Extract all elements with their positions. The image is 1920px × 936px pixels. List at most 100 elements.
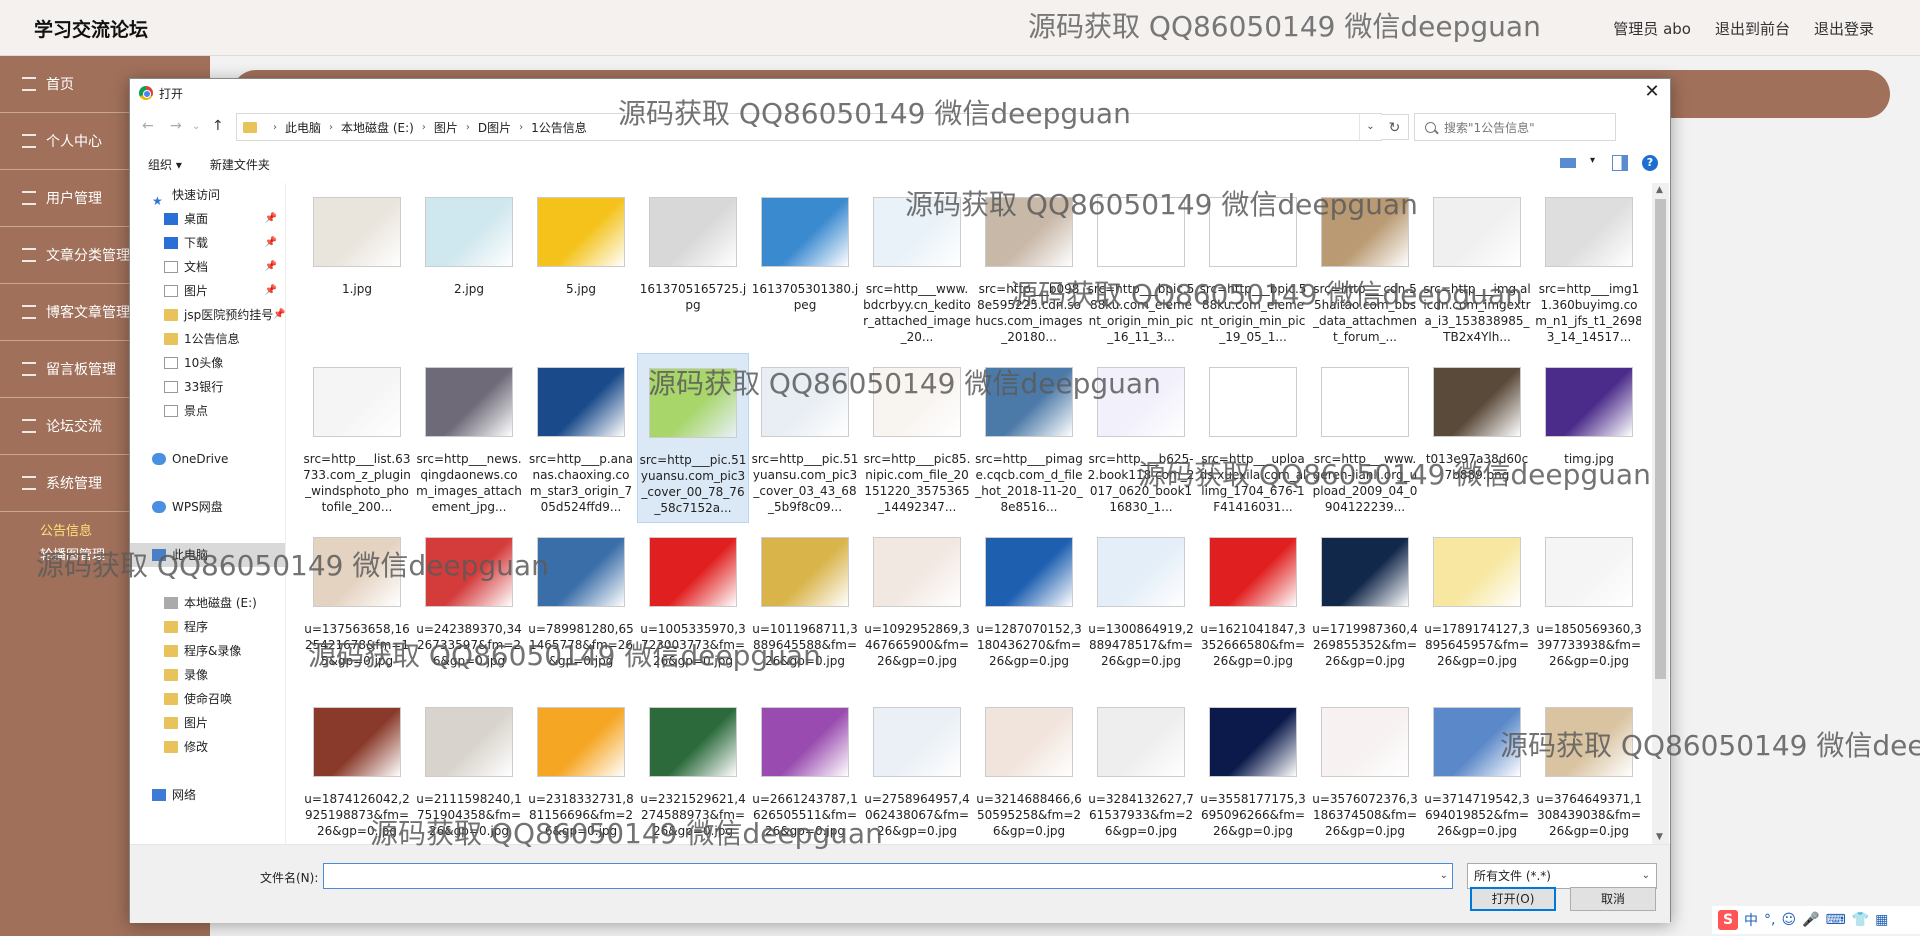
forward-arrow-icon[interactable]: → (170, 118, 182, 134)
file-item[interactable]: u=2661243787,1626505511&fm=26&gp=0.jpg (749, 693, 861, 844)
file-item[interactable]: 2.jpg (413, 183, 525, 353)
nav-item[interactable]: 程序 (130, 615, 285, 639)
file-item[interactable]: src=http___pic.51yuansu.com_pic3_cover_0… (749, 353, 861, 523)
filetype-select[interactable]: 所有文件 (*.*) ⌄ (1467, 863, 1657, 889)
preview-pane-icon[interactable] (1612, 155, 1628, 171)
nav-item[interactable]: 桌面 📌 (130, 207, 285, 231)
file-item[interactable]: u=1850569360,3397733938&fm=26&gp=0.jpg (1533, 523, 1641, 693)
nav-item[interactable]: 10头像 (130, 351, 285, 375)
file-item[interactable]: src=http___bpic.588ku.com_element_origin… (1085, 183, 1197, 353)
view-options-icon[interactable] (1560, 155, 1576, 171)
file-item[interactable]: src=http___www.bdcrbyy.cn_keditor_attach… (861, 183, 973, 353)
filetype-dropdown-icon[interactable]: ⌄ (1642, 864, 1650, 888)
scrollbar-thumb[interactable] (1655, 199, 1666, 679)
file-item[interactable]: src=http___www.geren-jianli.org_upload_2… (1309, 353, 1421, 523)
nav-item[interactable]: jsp医院预约挂号 📌 (130, 303, 285, 327)
organize-button[interactable]: 组织 ▾ (148, 156, 182, 173)
file-item[interactable]: src=http___pimage.cqcb.com_d_file_hot_20… (973, 353, 1085, 523)
ime-button[interactable]: S (1718, 910, 1738, 930)
file-item[interactable]: src=http___news.qingdaonews.com_images_a… (413, 353, 525, 523)
file-item[interactable]: src=http___bpic.588ku.com_element_origin… (1197, 183, 1309, 353)
file-item[interactable]: u=1092952869,3467665900&fm=26&gp=0.jpg (861, 523, 973, 693)
file-item[interactable]: u=242389370,3426733597&fm=26&gp=0.jpg (413, 523, 525, 693)
breadcrumb-item[interactable]: 图片 (434, 119, 458, 136)
breadcrumb-separator-icon[interactable]: › (273, 122, 277, 133)
nav-item[interactable]: OneDrive (130, 447, 285, 471)
file-item[interactable]: u=1300864919,2889478517&fm=26&gp=0.jpg (1085, 523, 1197, 693)
nav-item[interactable]: 本地磁盘 (E:) (130, 591, 285, 615)
history-chevron-icon[interactable]: ⌄ (192, 121, 200, 132)
search-input[interactable]: 搜索"1公告信息" (1414, 113, 1616, 141)
file-item[interactable]: 5.jpg (525, 183, 637, 353)
logout-link[interactable]: 退出登录 (1814, 18, 1874, 39)
file-item[interactable]: src=http___b0988e595225.cdn.sohucs.com_i… (973, 183, 1085, 353)
file-item[interactable]: src=http___cdn.55haitao.com_bbs_data_att… (1309, 183, 1421, 353)
scroll-down-icon[interactable]: ▼ (1656, 832, 1663, 842)
file-item[interactable]: u=3284132627,761537933&fm=26&gp=0.jpg (1085, 693, 1197, 844)
file-item[interactable]: u=1011968711,3889645588&fm=26&gp=0.jpg (749, 523, 861, 693)
file-item[interactable]: u=1621041847,3352666580&fm=26&gp=0.jpg (1197, 523, 1309, 693)
cancel-button[interactable]: 取消 (1570, 887, 1656, 911)
nav-item[interactable]: WPS网盘 (130, 495, 285, 519)
file-item[interactable]: src=http___img11.360buyimg.com_n1_jfs_t1… (1533, 183, 1641, 353)
ime-button[interactable]: ⌨ (1826, 912, 1846, 928)
breadcrumb-separator-icon[interactable]: › (422, 122, 426, 133)
file-item[interactable]: src=http___b625-2.book118.com_2017_0620_… (1085, 353, 1197, 523)
nav-item[interactable]: 下载 📌 (130, 231, 285, 255)
nav-item[interactable]: 使命召唤 (130, 687, 285, 711)
breadcrumb-separator-icon[interactable]: › (519, 122, 523, 133)
ime-button[interactable]: °, (1764, 912, 1775, 928)
address-bar[interactable]: › 此电脑 › 本地磁盘 (E:) › 图片 › D图片 › 1公告信息 ⌄ ↻ (236, 113, 1409, 141)
breadcrumb-item[interactable]: 1公告信息 (531, 119, 587, 136)
file-item[interactable]: u=1005335970,3723003773&fm=26&gp=0.jpg (637, 523, 749, 693)
file-item[interactable]: u=2111598240,1751904358&fm=26&gp=0.jpg (413, 693, 525, 844)
file-item[interactable]: src=http___uploads.xuexila.com_allimg_17… (1197, 353, 1309, 523)
file-item[interactable]: src=http___pic.51yuansu.com_pic3_cover_0… (637, 353, 749, 523)
scroll-up-icon[interactable]: ▲ (1656, 185, 1663, 195)
file-item[interactable]: u=3214688466,650595258&fm=26&gp=0.jpg (973, 693, 1085, 844)
breadcrumb-item[interactable]: D图片 (478, 119, 511, 136)
back-arrow-icon[interactable]: ← (142, 118, 154, 134)
nav-item[interactable]: 景点 (130, 399, 285, 423)
nav-item[interactable]: 图片 (130, 711, 285, 735)
ime-button[interactable]: 中 (1744, 910, 1758, 930)
file-item[interactable]: src=http___list.63733.com_z_plugin_winds… (301, 353, 413, 523)
file-item[interactable]: u=3558177175,3695096266&fm=26&gp=0.jpg (1197, 693, 1309, 844)
nav-item[interactable]: 1公告信息 (130, 327, 285, 351)
refresh-icon[interactable]: ↻ (1381, 114, 1409, 140)
file-item[interactable]: u=1874126042,2925198873&fm=26&gp=0.jpg (301, 693, 413, 844)
file-item[interactable]: u=137563658,1625421678&fm=15&gp=0.jpg (301, 523, 413, 693)
file-item[interactable]: u=3576072376,3186374508&fm=26&gp=0.jpg (1309, 693, 1421, 844)
breadcrumb-item[interactable]: 此电脑 (285, 119, 321, 136)
file-item[interactable]: u=1719987360,4269855352&fm=26&gp=0.jpg (1309, 523, 1421, 693)
close-icon[interactable]: ✕ (1640, 81, 1664, 103)
file-item[interactable]: u=789981280,651465778&fm=26&gp=0.jpg (525, 523, 637, 693)
open-button[interactable]: 打开(O) (1470, 887, 1556, 911)
file-item[interactable]: u=1287070152,3180436270&fm=26&gp=0.jpg (973, 523, 1085, 693)
ime-button[interactable]: 👕 (1852, 912, 1869, 928)
nav-item[interactable]: 网络 (130, 783, 285, 807)
filename-dropdown-icon[interactable]: ⌄ (1440, 870, 1448, 881)
file-item[interactable]: src=http___img.alicdn.com_imgextra_i3_15… (1421, 183, 1533, 353)
file-item[interactable]: 1.jpg (301, 183, 413, 353)
up-arrow-icon[interactable]: ↑ (212, 118, 224, 134)
file-item[interactable]: u=3764649371,1308439038&fm=26&gp=0.jpg (1533, 693, 1641, 844)
file-item[interactable]: timg.jpg (1533, 353, 1641, 523)
file-item[interactable]: 1613705301380.jpeg (749, 183, 861, 353)
file-item[interactable]: src=http___pic85.nipic.com_file_20151220… (861, 353, 973, 523)
vertical-scrollbar[interactable]: ▲ ▼ (1652, 183, 1669, 844)
address-dropdown-icon[interactable]: ⌄ (1359, 114, 1381, 140)
breadcrumb-separator-icon[interactable]: › (466, 122, 470, 133)
nav-item[interactable]: ★ 快速访问 (130, 183, 285, 207)
file-item[interactable]: t013e97a38d60c7b889.png (1421, 353, 1533, 523)
nav-item[interactable]: 程序&录像 (130, 639, 285, 663)
file-item[interactable]: u=1789174127,3895645957&fm=26&gp=0.jpg (1421, 523, 1533, 693)
admin-user-link[interactable]: 管理员 abo (1613, 18, 1691, 39)
nav-item[interactable]: 修改 (130, 735, 285, 759)
file-item[interactable]: u=2321529621,4274588973&fm=26&gp=0.jpg (637, 693, 749, 844)
new-folder-button[interactable]: 新建文件夹 (210, 156, 270, 173)
ime-button[interactable]: ☺ (1781, 912, 1796, 928)
nav-item[interactable]: 录像 (130, 663, 285, 687)
file-item[interactable]: u=2758964957,4062438067&fm=26&gp=0.jpg (861, 693, 973, 844)
breadcrumb-separator-icon[interactable]: › (329, 122, 333, 133)
